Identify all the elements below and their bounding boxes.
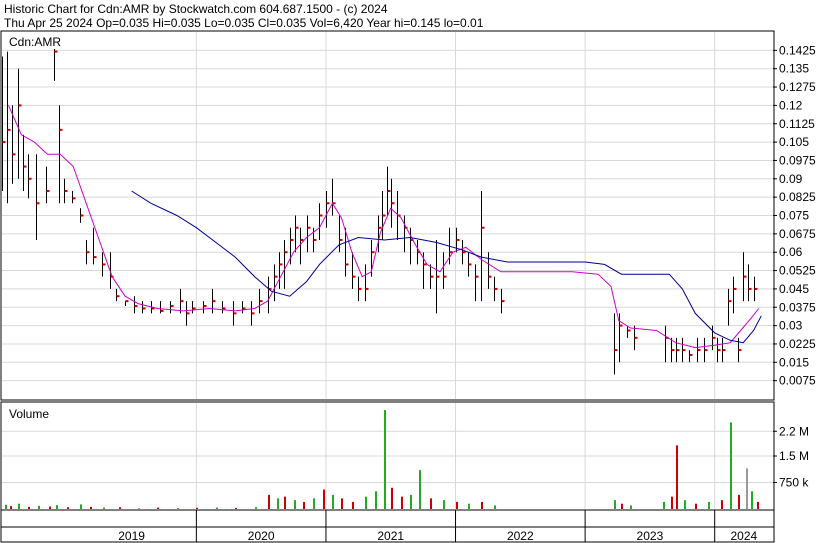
price-ytick-label: 0.135	[779, 62, 809, 76]
price-ytick-label: 0.0075	[779, 374, 816, 388]
volume-bar	[80, 504, 82, 509]
price-ytick-label: 0.1275	[779, 80, 816, 94]
volume-bar	[751, 491, 753, 509]
price-ytick-label: 0.0825	[779, 190, 816, 204]
volume-bar	[119, 507, 121, 509]
price-ytick-label: 0.09	[779, 172, 803, 186]
price-ytick-label: 0.045	[779, 282, 809, 296]
volume-ytick-label: 2.2 M	[779, 424, 809, 438]
volume-bar	[391, 487, 393, 509]
volume-bar	[67, 507, 69, 509]
volume-bar	[268, 494, 270, 509]
volume-bar	[468, 503, 470, 509]
x-axis-year-label: 2022	[507, 529, 534, 543]
volume-bar	[663, 501, 665, 509]
volume-bar	[177, 507, 179, 509]
volume-bar	[323, 489, 325, 509]
volume-bar	[614, 500, 616, 509]
volume-title: Volume	[9, 407, 49, 421]
price-ytick-label: 0.0225	[779, 337, 816, 351]
volume-bar	[730, 422, 732, 509]
x-axis-year-label: 2021	[377, 529, 404, 543]
volume-bar	[38, 505, 40, 509]
volume-bar	[419, 470, 421, 509]
volume-bar	[375, 491, 377, 509]
x-axis-year-label: 2019	[118, 529, 145, 543]
stock-chart: Historic Chart for Cdn:AMR by Stockwatch…	[0, 2, 816, 543]
price-ytick-label: 0.075	[779, 209, 809, 223]
volume-ytick-label: 1.5 M	[779, 449, 809, 463]
price-y-axis: 0.1425 0.135 0.1275 0.12 0.1125 0.105 0.0975 0.…	[773, 43, 816, 388]
volume-bar	[332, 494, 334, 509]
chart-header-line1: Historic Chart for Cdn:AMR by Stockwatch…	[4, 2, 388, 16]
x-axis: 2019 2020 2021 2022 2023 2024	[0, 509, 775, 543]
x-axis-year-label: 2024	[730, 529, 757, 543]
price-ytick-label: 0.1425	[779, 43, 816, 57]
price-ytick-label: 0.06	[779, 245, 803, 259]
volume-bar	[303, 501, 305, 509]
volume-bar	[18, 503, 20, 509]
volume-bar	[757, 501, 759, 509]
price-ytick-label: 0.1125	[779, 117, 815, 131]
volume-bar	[277, 498, 279, 509]
price-panel: 0.1425 0.135 0.1275 0.12 0.1125 0.105 0.0975 0.…	[0, 30, 816, 401]
x-axis-year-label: 2023	[637, 529, 664, 543]
volume-bar	[708, 501, 710, 509]
volume-bar	[410, 494, 412, 509]
volume-bar	[481, 501, 483, 509]
volume-bar	[90, 506, 92, 509]
volume-bar	[456, 501, 458, 509]
volume-bar	[196, 507, 198, 509]
volume-bar	[313, 498, 315, 509]
volume-bar	[630, 505, 632, 509]
volume-bar	[56, 505, 58, 509]
volume-bar	[621, 503, 623, 509]
volume-bar	[738, 494, 740, 509]
volume-bar	[10, 506, 12, 509]
volume-bar	[384, 410, 386, 509]
volume-bar	[216, 507, 218, 509]
volume-bar	[494, 505, 496, 509]
volume-bar	[255, 507, 257, 509]
price-ytick-label: 0.105	[779, 135, 809, 149]
volume-bar	[341, 498, 343, 509]
x-axis-year-label: 2020	[248, 529, 275, 543]
volume-bar	[235, 507, 237, 509]
volume-bar	[443, 500, 445, 509]
volume-bar	[284, 496, 286, 509]
volume-bar	[294, 500, 296, 509]
price-ytick-label: 0.0525	[779, 264, 816, 278]
price-ytick-label: 0.015	[779, 355, 809, 369]
volume-bar	[721, 500, 723, 509]
price-ytick-label: 0.0375	[779, 300, 816, 314]
volume-bar	[138, 507, 140, 509]
volume-bar	[157, 507, 159, 509]
volume-bar	[5, 504, 7, 509]
volume-bar	[352, 501, 354, 509]
volume-bar	[365, 496, 367, 509]
volume-bar	[684, 500, 686, 509]
volume-y-axis: 2.2 M 1.5 M 750 k	[773, 424, 809, 490]
volume-bar	[746, 468, 748, 509]
volume-bar	[671, 496, 673, 509]
price-ytick-label: 0.03	[779, 319, 803, 333]
volume-bar	[49, 506, 51, 509]
volume-ytick-label: 750 k	[779, 476, 809, 490]
price-ytick-label: 0.0975	[779, 153, 816, 167]
volume-bar	[28, 506, 30, 509]
volume-panel: 2.2 M 1.5 M 750 k Volume	[0, 401, 809, 511]
volume-bar	[103, 507, 105, 509]
volume-bar	[430, 498, 432, 509]
volume-bar	[401, 496, 403, 509]
chart-header-line2: Thu Apr 25 2024 Op=0.035 Hi=0.035 Lo=0.0…	[4, 16, 484, 30]
volume-bar	[695, 503, 697, 509]
volume-bar	[676, 445, 678, 509]
price-ytick-label: 0.12	[779, 98, 803, 112]
price-ytick-label: 0.0675	[779, 227, 816, 241]
price-title: Cdn:AMR	[9, 35, 61, 49]
